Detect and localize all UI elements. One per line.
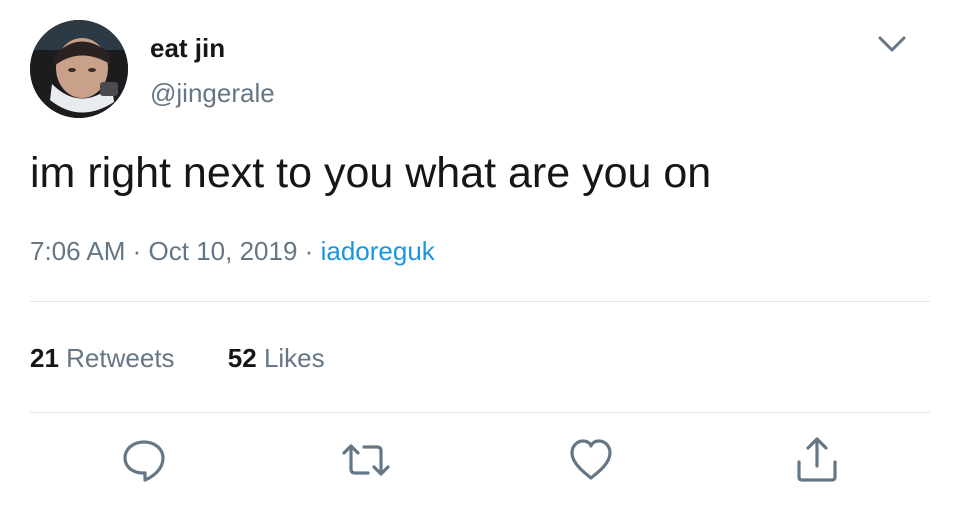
reply-icon	[123, 440, 165, 482]
avatar-image	[30, 20, 128, 118]
tweet-stats: 21 Retweets 52 Likes	[30, 340, 325, 376]
display-name[interactable]: eat jin	[150, 31, 225, 65]
chevron-down-icon[interactable]	[868, 24, 916, 64]
reply-button[interactable]	[116, 432, 172, 488]
tweet-meta: 7:06 AM · Oct 10, 2019 · iadoreguk	[30, 233, 435, 269]
divider	[30, 301, 930, 302]
action-bar	[0, 432, 960, 488]
tweet-time[interactable]: 7:06 AM	[30, 236, 125, 266]
retweets-label: Retweets	[66, 343, 175, 373]
retweets-count: 21	[30, 343, 59, 373]
tweet-text: im right next to you what are you on	[30, 149, 712, 197]
meta-separator: ·	[132, 236, 142, 266]
heart-icon	[570, 439, 612, 480]
share-icon	[797, 437, 837, 482]
tweet-source-link[interactable]: iadoreguk	[321, 236, 435, 266]
avatar[interactable]	[30, 20, 128, 118]
user-handle[interactable]: @jingerale	[150, 76, 275, 110]
like-button[interactable]	[563, 432, 619, 488]
meta-separator: ·	[304, 236, 314, 266]
likes-stat[interactable]: 52 Likes	[228, 340, 325, 376]
share-button[interactable]	[789, 432, 845, 488]
retweets-stat[interactable]: 21 Retweets	[30, 340, 175, 376]
tweet-date[interactable]: Oct 10, 2019	[149, 236, 298, 266]
divider	[30, 412, 930, 413]
retweet-icon	[342, 444, 390, 476]
likes-label: Likes	[263, 343, 325, 373]
likes-count: 52	[227, 343, 257, 373]
retweet-button[interactable]	[338, 432, 394, 488]
